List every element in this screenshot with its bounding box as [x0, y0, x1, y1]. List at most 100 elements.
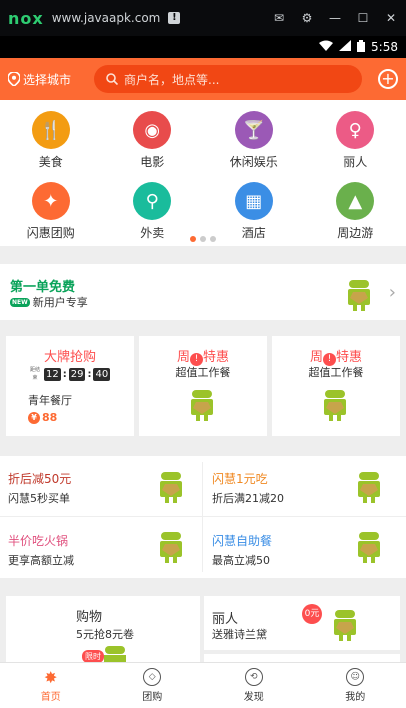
emulator-url: www.javaapk.com [51, 11, 161, 25]
promo-subtitle: 最高立减50 [212, 554, 270, 567]
promo-grid: 折后减50元 闪慧5秒买单 闪慧1元吃 折后满21减20 半价吃火锅 更享高额立… [0, 456, 406, 578]
flash-deal-title: 大牌抢购 [43, 350, 96, 365]
tab-discover[interactable]: ⟲ 发现 [203, 663, 305, 708]
profile-icon: ☺ [346, 668, 365, 686]
category-item[interactable]: ✦ 闪惠团购 [0, 182, 102, 241]
wifi-icon [319, 40, 334, 54]
beauty-card[interactable]: 丽人 送雅诗兰黛 [204, 596, 400, 650]
tab-home[interactable]: ✸ 首页 [0, 663, 102, 708]
category-label: 丽人 [343, 155, 368, 169]
category-item[interactable]: 🍴 美食 [0, 111, 102, 170]
category-item[interactable]: ⚲ 外卖 [102, 182, 204, 241]
weekly-deal-card[interactable]: 周! 特惠 超值工作餐 [272, 336, 400, 436]
android-placeholder-icon [160, 532, 182, 563]
category-item[interactable]: 🍸 休闲娱乐 [203, 111, 305, 170]
coin-icon: ¥ [28, 411, 40, 424]
android-placeholder-icon [348, 280, 370, 311]
app-header: 选择城市 商户名，地点等... + [0, 58, 406, 100]
chevron-right-icon: › [388, 282, 396, 303]
weekly-deal-card[interactable]: 周! 特惠 超值工作餐 [139, 336, 267, 436]
flash-deal-card[interactable]: 大牌抢购 距结束 12 : 29 : 40 青年餐厅 ¥ 88 [6, 336, 134, 436]
divider [202, 462, 203, 572]
scooter-icon: ⚲ [133, 182, 172, 220]
android-placeholder-icon [334, 610, 356, 641]
status-time: 5:58 [371, 40, 398, 54]
battery-icon [357, 39, 366, 55]
mail-icon[interactable]: ✉ [272, 11, 286, 25]
category-item[interactable]: ◉ 电影 [102, 111, 204, 170]
shopping-title: 购物 [76, 610, 103, 625]
promo-cell[interactable]: 闪慧1元吃 折后满21减20 [204, 456, 404, 516]
android-placeholder-icon [324, 390, 346, 421]
gear-icon[interactable]: ⚙ [300, 11, 314, 25]
weekly-deal-subtitle: 超值工作餐 [308, 366, 364, 379]
free-title: 第一单免费 [10, 280, 76, 295]
weekly-deal-title: 周! 特惠 [176, 350, 230, 366]
new-badge: NEW [10, 297, 30, 307]
weekly-deal-title: 周! 特惠 [309, 350, 363, 366]
category-label: 美食 [38, 155, 63, 169]
category-item[interactable]: ▲ 周边游 [305, 182, 406, 241]
location-pin-icon [8, 72, 20, 86]
cocktail-icon: 🍸 [234, 111, 273, 149]
tab-label: 我的 [345, 692, 366, 703]
promo-title: 折后减50元 [8, 472, 72, 486]
weekly-deal-subtitle: 超值工作餐 [175, 366, 231, 379]
tab-label: 团购 [142, 692, 163, 703]
add-button[interactable]: + [378, 69, 398, 89]
timer-minutes: 29 [68, 367, 86, 381]
tab-label: 发现 [243, 692, 264, 703]
promo-cell[interactable]: 折后减50元 闪慧5秒买单 [0, 456, 200, 516]
emulator-title-bar: nox www.javaapk.com ! ✉ ⚙ — ☐ ✕ [0, 0, 406, 36]
android-placeholder-icon [191, 390, 213, 421]
city-selector[interactable]: 选择城市 [8, 71, 88, 88]
search-input[interactable]: 商户名，地点等... [94, 65, 362, 93]
city-label: 选择城市 [23, 72, 72, 87]
deals-row: 大牌抢购 距结束 12 : 29 : 40 青年餐厅 ¥ 88 周! 特惠 超值工… [0, 336, 406, 436]
flash-price-value: 88 [42, 411, 58, 424]
flash-price: ¥ 88 [28, 411, 57, 424]
tab-profile[interactable]: ☺ 我的 [305, 663, 406, 708]
warning-icon[interactable]: ! [168, 12, 181, 24]
free-subtitle-row: NEW 新用户专享 [10, 294, 88, 310]
search-icon [106, 73, 118, 85]
next-card-edge [204, 654, 400, 662]
food-icon: 🍴 [31, 111, 70, 149]
promo-cell[interactable]: 半价吃火锅 更享高额立减 [0, 518, 200, 578]
bottom-cards: 购物 5元抢8元卷 丽人 送雅诗兰黛 [0, 596, 406, 662]
category-label: 休闲娱乐 [229, 155, 278, 169]
countdown-timer: 距结束 12 : 29 : 40 [28, 366, 111, 382]
category-item[interactable]: ▦ 酒店 [203, 182, 305, 241]
android-placeholder-icon [358, 532, 380, 563]
home-icon: ✸ [44, 667, 58, 687]
shopping-subtitle: 5元抢8元卷 [76, 628, 134, 641]
promo-subtitle: 更享高额立减 [8, 554, 74, 567]
beauty-subtitle: 送雅诗兰黛 [212, 628, 267, 641]
beauty-title: 丽人 [212, 612, 239, 627]
search-placeholder: 商户名，地点等... [124, 72, 220, 87]
category-label: 电影 [140, 155, 165, 169]
signal-icon [339, 40, 352, 54]
page-indicator [0, 236, 406, 242]
timer-seconds: 40 [93, 367, 111, 381]
status-bar: 5:58 [0, 36, 406, 58]
tab-groupbuy[interactable]: ◇ 团购 [102, 663, 204, 708]
promo-cell[interactable]: 闪慧自助餐 最高立减50 [204, 518, 404, 578]
bottom-tab-bar: ✸ 首页 ◇ 团购 ⟲ 发现 ☺ 我的 [0, 662, 406, 708]
minimize-icon[interactable]: — [328, 11, 342, 25]
travel-icon: ▲ [336, 182, 375, 220]
page-dot [200, 236, 206, 242]
tag-icon: ✦ [31, 182, 70, 220]
promo-subtitle: 闪慧5秒买单 [8, 492, 70, 505]
promo-subtitle: 折后满21减20 [212, 492, 284, 505]
first-order-free-banner[interactable]: 第一单免费 NEW 新用户专享 › [0, 264, 406, 320]
groupbuy-icon: ◇ [143, 668, 162, 686]
restaurant-name: 青年餐厅 [28, 394, 72, 407]
free-badge: 0元 [302, 604, 322, 624]
category-item[interactable]: ♀ 丽人 [305, 111, 406, 170]
maximize-icon[interactable]: ☐ [356, 11, 370, 25]
close-icon[interactable]: ✕ [384, 11, 398, 25]
promo-title: 闪慧自助餐 [212, 534, 273, 548]
category-panel: 🍴 美食 ◉ 电影 🍸 休闲娱乐 ♀ 丽人 ✦ 闪惠团购 ⚲ 外卖 ▦ 酒店 ▲ 周边游 [0, 100, 406, 246]
discover-icon: ⟲ [244, 668, 263, 686]
